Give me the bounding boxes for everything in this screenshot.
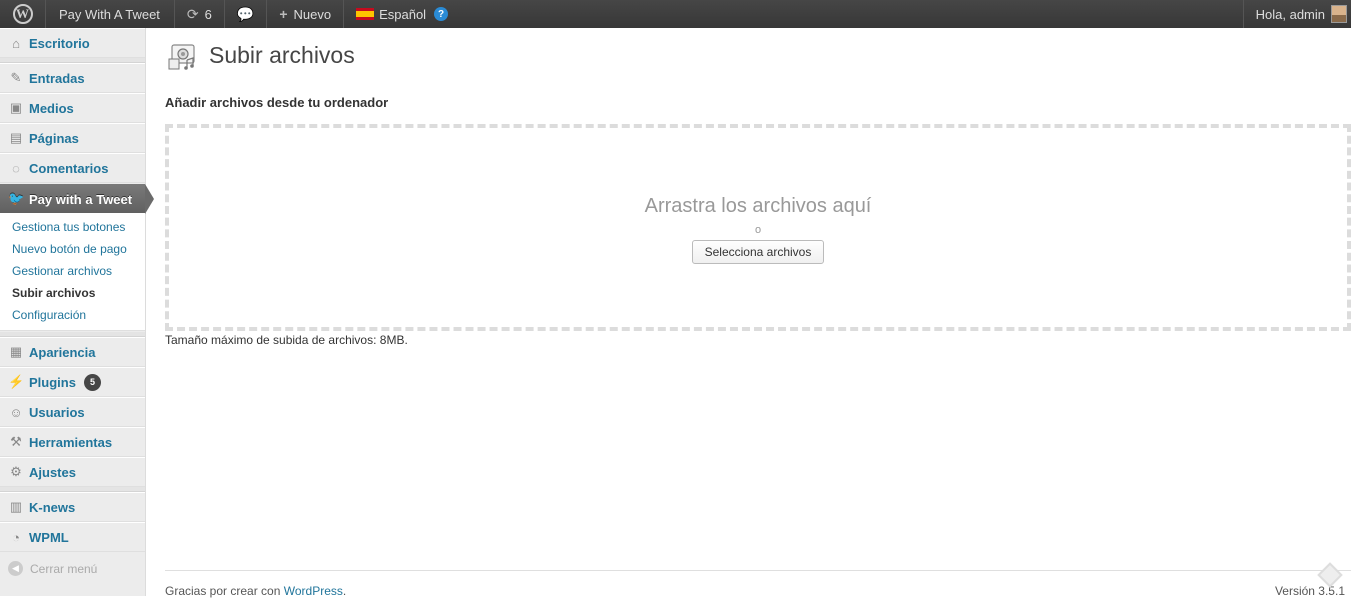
media-icon: ▣ [9, 100, 23, 115]
site-name-label: Pay With A Tweet [59, 6, 160, 22]
collapse-menu-label: Cerrar menú [30, 561, 98, 576]
sidebar-item-label: Ajustes [29, 464, 76, 480]
submenu-item-gestiona-botones[interactable]: Gestiona tus botones [12, 220, 125, 234]
sidebar-item-label: Escritorio [29, 35, 90, 51]
page-title: Subir archivos [209, 42, 355, 68]
submenu-item-subir-archivos[interactable]: Subir archivos [12, 286, 95, 300]
sidebar-item-wpml[interactable]: ◔ WPML [0, 522, 145, 552]
sidebar-item-pay-with-a-tweet[interactable]: 🐦 Pay with a Tweet [0, 184, 145, 214]
sidebar-item-comentarios[interactable]: ◌ Comentarios [0, 153, 145, 183]
sidebar-item-herramientas[interactable]: ⚒ Herramientas [0, 427, 145, 457]
sidebar-item-medios[interactable]: ▣ Medios [0, 93, 145, 123]
admin-sidebar: ⌂ Escritorio ✎ Entradas ▣ Medios ▤ Págin… [0, 28, 154, 596]
sidebar-item-label: K-news [29, 499, 76, 515]
language-label: Español [379, 6, 427, 22]
media-upload-icon [168, 44, 195, 70]
updates-count: 6 [204, 6, 212, 22]
collapse-menu-button[interactable]: ◀ Cerrar menú [8, 561, 97, 576]
home-icon: ⌂ [12, 35, 20, 51]
site-name-link[interactable]: Pay With A Tweet [46, 0, 175, 28]
new-content-button[interactable]: + Nuevo [267, 0, 345, 28]
plugin-icon: ⚡ [8, 374, 25, 389]
sidebar-item-label: Herramientas [29, 434, 113, 450]
help-icon[interactable]: ? [434, 7, 449, 21]
drop-instructions: Arrastra los archivos aquí [644, 195, 872, 217]
updates-button[interactable]: ⟳ 6 [175, 0, 225, 28]
active-menu-arrow [145, 184, 154, 214]
sidebar-item-ajustes[interactable]: ⚙ Ajustes [0, 457, 145, 487]
drag-drop-area[interactable]: Arrastra los archivos aquí o Selecciona … [165, 124, 1351, 331]
sidebar-item-apariencia[interactable]: ▦ Apariencia [0, 337, 145, 367]
sidebar-item-label: Entradas [29, 70, 85, 86]
plugins-update-badge: 5 [83, 373, 101, 391]
submenu-item-configuracion[interactable]: Configuración [12, 308, 86, 322]
drop-or-separator: o [754, 224, 762, 236]
collapse-arrow-icon: ◀ [8, 561, 23, 576]
spain-flag-icon [356, 8, 375, 20]
wpml-icon: ◔ [12, 529, 20, 545]
sidebar-item-label: Medios [29, 100, 74, 116]
sidebar-item-paginas[interactable]: ▤ Páginas [0, 123, 145, 153]
admin-bar: W Pay With A Tweet ⟳ 6 💬 + Nuevo Español… [0, 0, 1351, 28]
sidebar-item-label: Comentarios [29, 160, 109, 176]
sidebar-item-usuarios[interactable]: ☺ Usuarios [0, 397, 145, 427]
main-content: Subir archivos Añadir archivos desde tu … [165, 28, 1351, 598]
sidebar-item-label: Apariencia [29, 344, 96, 360]
language-switcher[interactable]: Español ? [344, 0, 460, 28]
news-icon: ▥ [9, 499, 23, 514]
section-heading: Añadir archivos desde tu ordenador [165, 95, 389, 110]
greeting-label: Hola, admin [1255, 6, 1325, 22]
refresh-icon: ⟳ [186, 5, 199, 22]
my-account-button[interactable]: Hola, admin [1242, 0, 1351, 28]
submenu-item-nuevo-boton[interactable]: Nuevo botón de pago [12, 242, 127, 256]
sidebar-item-label: Usuarios [29, 404, 85, 420]
appearance-icon: ▦ [9, 344, 23, 359]
sidebar-item-plugins[interactable]: ⚡ Plugins 5 [0, 367, 145, 397]
select-files-button[interactable]: Selecciona archivos [692, 240, 824, 264]
sidebar-item-k-news[interactable]: ▥ K-news [0, 492, 145, 522]
new-label: Nuevo [293, 6, 332, 22]
pages-icon: ▤ [9, 130, 23, 145]
settings-icon: ⚙ [10, 464, 22, 479]
sidebar-item-entradas[interactable]: ✎ Entradas [0, 63, 145, 93]
wordpress-logo-button[interactable]: W [0, 0, 46, 28]
sidebar-item-escritorio[interactable]: ⌂ Escritorio [0, 28, 145, 58]
submenu-item-gestionar-archivos[interactable]: Gestionar archivos [12, 264, 112, 278]
comments-button[interactable]: 💬 [225, 0, 268, 28]
tools-icon: ⚒ [10, 434, 22, 449]
users-icon: ☺ [9, 404, 23, 420]
sidebar-item-label: Plugins [29, 374, 76, 390]
sidebar-item-label: Pay with a Tweet [29, 191, 133, 207]
comment-icon: ◌ [12, 160, 20, 176]
submenu-pay-with-a-tweet: Gestiona tus botones Nuevo botón de pago… [0, 213, 145, 331]
pin-icon: ✎ [10, 70, 22, 85]
wordpress-logo-icon: W [12, 4, 33, 24]
sidebar-item-label: Páginas [29, 130, 79, 146]
footer-divider [165, 570, 1351, 571]
sidebar-item-label: WPML [29, 529, 69, 545]
plus-icon: + [279, 6, 288, 22]
max-upload-size-text: Tamaño máximo de subida de archivos: 8MB… [165, 333, 408, 347]
comment-bubble-icon: 💬 [236, 5, 255, 22]
avatar [1331, 5, 1347, 23]
twitter-bird-icon: 🐦 [8, 191, 25, 206]
